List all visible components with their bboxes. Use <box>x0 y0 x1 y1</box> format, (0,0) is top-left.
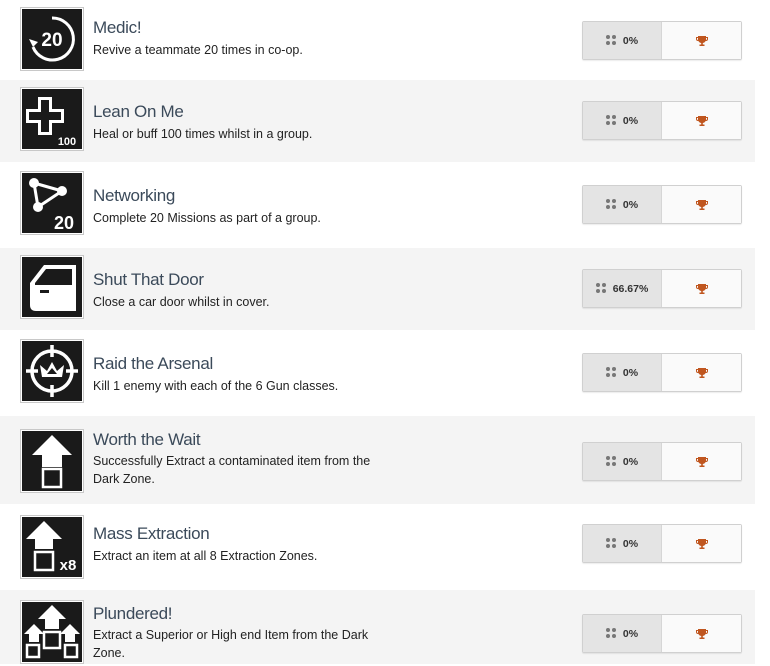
achievement-row[interactable]: 20 Medic! Revive a teammate 20 times in … <box>0 0 755 80</box>
achievement-icon-frame: x8 <box>20 515 84 579</box>
players-icon <box>605 367 617 378</box>
achievement-title: Lean On Me <box>93 102 184 121</box>
percent-box: 0% <box>583 354 661 391</box>
achievement-row[interactable]: Shut That Door Close a car door whilst i… <box>0 248 755 332</box>
achievement-title: Worth the Wait <box>93 430 201 449</box>
achievement-stats: 0% <box>582 524 742 563</box>
unlock-percent: 0% <box>622 366 639 379</box>
achievement-title: Plundered! <box>93 604 173 623</box>
achievement-description: Close a car door whilst in cover. <box>93 295 270 309</box>
achievement-icon-frame <box>20 255 84 319</box>
achievement-stats: 0% <box>582 614 742 653</box>
achievement-stats: 0% <box>582 185 742 224</box>
unlock-percent: 0% <box>622 455 639 468</box>
players-icon <box>605 115 617 126</box>
achievement-stats: 0% <box>582 442 742 481</box>
trophy-icon <box>695 628 708 639</box>
achievement-stats: 66.67% <box>582 269 742 308</box>
trophy-button[interactable] <box>661 22 741 59</box>
svg-text:20: 20 <box>41 30 62 51</box>
achievement-description: Successfully Extract a contaminated item… <box>93 454 371 486</box>
percent-box: 0% <box>583 102 661 139</box>
achievement-icon-frame: 20 <box>20 7 84 71</box>
achievement-icon-frame: 20 <box>20 171 84 235</box>
unlock-percent: 0% <box>622 627 639 640</box>
achievement-title: Medic! <box>93 18 142 37</box>
unlock-percent: 0% <box>622 34 639 47</box>
achievement-description: Complete 20 Missions as part of a group. <box>93 211 321 225</box>
achievement-row[interactable]: 20 Networking Complete 20 Missions as pa… <box>0 164 755 248</box>
achievement-description: Revive a teammate 20 times in co-op. <box>93 43 303 57</box>
achievement-icon-frame <box>20 429 84 493</box>
achievement-stats: 0% <box>582 101 742 140</box>
trophy-button[interactable] <box>661 615 741 652</box>
achievement-icon-frame: 100 <box>20 87 84 151</box>
network-20-icon: 20 <box>22 173 82 233</box>
percent-box: 0% <box>583 22 661 59</box>
crosshair-crown-icon <box>22 341 82 401</box>
achievement-row[interactable]: Worth the Wait Successfully Extract a co… <box>0 416 755 506</box>
percent-box: 0% <box>583 615 661 652</box>
triple-extraction-icon <box>22 602 82 662</box>
players-icon <box>605 199 617 210</box>
achievement-title: Mass Extraction <box>93 524 210 543</box>
achievement-description: Kill 1 enemy with each of the 6 Gun clas… <box>93 379 339 393</box>
achievement-row[interactable]: 100 Lean On Me Heal or buff 100 times wh… <box>0 80 755 164</box>
trophy-button[interactable] <box>661 102 741 139</box>
trophy-button[interactable] <box>661 186 741 223</box>
achievement-description: Extract an item at all 8 Extraction Zone… <box>93 549 318 563</box>
trophy-icon <box>695 456 708 467</box>
percent-box: 66.67% <box>583 270 661 307</box>
achievement-description: Heal or buff 100 times whilst in a group… <box>93 127 313 141</box>
achievement-list: 20 Medic! Revive a teammate 20 times in … <box>0 0 755 666</box>
players-icon <box>605 456 617 467</box>
extraction-arrow-icon <box>22 431 82 491</box>
unlock-percent: 0% <box>622 198 639 211</box>
achievement-row[interactable]: x8 Mass Extraction Extract an item at al… <box>0 506 755 590</box>
unlock-percent: 0% <box>622 537 639 550</box>
trophy-icon <box>695 35 708 46</box>
trophy-icon <box>695 538 708 549</box>
achievement-row[interactable]: Raid the Arsenal Kill 1 enemy with each … <box>0 332 755 416</box>
trophy-icon <box>695 115 708 126</box>
unlock-percent: 66.67% <box>612 282 649 295</box>
unlock-percent: 0% <box>622 114 639 127</box>
players-icon <box>595 283 607 294</box>
trophy-button[interactable] <box>661 525 741 562</box>
achievement-icon-frame <box>20 339 84 403</box>
percent-box: 0% <box>583 443 661 480</box>
achievement-stats: 0% <box>582 21 742 60</box>
trophy-icon <box>695 283 708 294</box>
trophy-icon <box>695 199 708 210</box>
trophy-button[interactable] <box>661 443 741 480</box>
trophy-button[interactable] <box>661 354 741 391</box>
svg-text:20: 20 <box>54 213 74 233</box>
medical-cross-100-icon: 100 <box>22 89 82 149</box>
achievement-title: Shut That Door <box>93 270 204 289</box>
svg-text:100: 100 <box>58 136 76 148</box>
achievement-row[interactable]: Plundered! Extract a Superior or High en… <box>0 590 755 666</box>
percent-box: 0% <box>583 525 661 562</box>
percent-box: 0% <box>583 186 661 223</box>
extraction-x8-icon: x8 <box>22 517 82 577</box>
revive-20-icon: 20 <box>22 9 82 69</box>
trophy-button[interactable] <box>661 270 741 307</box>
achievement-icon-frame <box>20 600 84 664</box>
trophy-icon <box>695 367 708 378</box>
players-icon <box>605 538 617 549</box>
car-door-icon <box>22 257 82 317</box>
achievement-stats: 0% <box>582 353 742 392</box>
players-icon <box>605 628 617 639</box>
achievement-description: Extract a Superior or High end Item from… <box>93 628 369 660</box>
achievement-title: Networking <box>93 186 176 205</box>
svg-text:x8: x8 <box>60 557 77 574</box>
players-icon <box>605 35 617 46</box>
achievement-title: Raid the Arsenal <box>93 354 213 373</box>
